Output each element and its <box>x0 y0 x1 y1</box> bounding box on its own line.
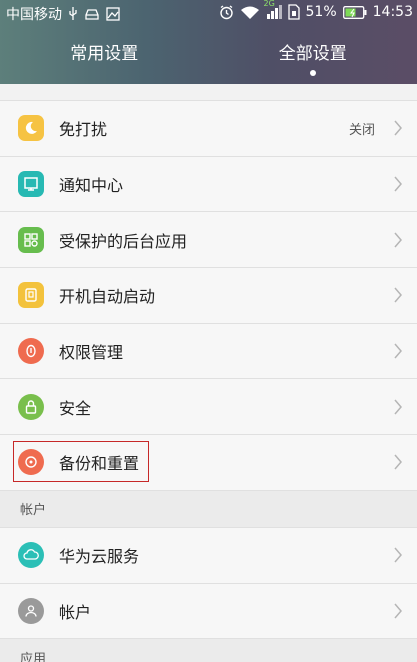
setting-accounts[interactable]: 帐户 <box>0 582 417 639</box>
section-label: 帐户 <box>20 503 47 519</box>
section-header-account: 帐户 <box>0 489 417 527</box>
wifi-icon <box>240 5 260 20</box>
setting-label: 安全 <box>59 398 92 418</box>
setting-security[interactable]: 安全 <box>0 378 417 435</box>
tab-label: 全部设置 <box>278 43 347 64</box>
moon-icon <box>18 115 44 142</box>
image-icon <box>106 7 120 21</box>
notification-icon <box>18 171 44 198</box>
chevron-right-icon <box>394 176 402 192</box>
setting-protected-apps[interactable]: 受保护的后台应用 <box>0 211 417 268</box>
setting-label: 通知中心 <box>59 176 124 196</box>
tab-common-settings[interactable]: 常用设置 <box>0 26 209 84</box>
chevron-right-icon <box>394 232 402 248</box>
setting-value: 关闭 <box>348 122 375 138</box>
protected-apps-icon <box>18 226 44 253</box>
chevron-right-icon <box>394 547 402 563</box>
setting-huawei-cloud[interactable]: 华为云服务 <box>0 526 417 583</box>
setting-label: 权限管理 <box>59 343 124 363</box>
setting-label: 华为云服务 <box>59 547 140 567</box>
startup-icon <box>18 282 44 309</box>
alarm-icon <box>219 4 234 20</box>
car-icon <box>84 8 100 21</box>
chevron-right-icon <box>394 287 402 303</box>
carrier-label: 中国移动 <box>6 7 62 23</box>
network-type-label: 2G <box>263 0 275 8</box>
chevron-right-icon <box>394 399 402 415</box>
setting-do-not-disturb[interactable]: 免打扰 关闭 <box>0 100 417 156</box>
chevron-right-icon <box>394 343 402 359</box>
chevron-right-icon <box>394 603 402 619</box>
setting-permission-management[interactable]: 权限管理 <box>0 322 417 379</box>
setting-label: 开机自动启动 <box>59 287 156 307</box>
signal-icon: 2G <box>264 0 282 19</box>
usb-icon <box>68 7 78 21</box>
chevron-right-icon <box>394 120 402 136</box>
setting-label: 受保护的后台应用 <box>59 231 188 251</box>
battery-icon <box>342 5 367 19</box>
list-spacer <box>0 84 417 100</box>
active-tab-indicator <box>309 70 316 76</box>
user-icon <box>18 597 44 624</box>
section-header-apps: 应用 <box>0 638 417 662</box>
tab-all-settings[interactable]: 全部设置 <box>209 26 417 84</box>
tab-label: 常用设置 <box>70 43 139 64</box>
header: 中国移动 2G 51% 14:53 常用设置 全部设置 <box>0 0 417 84</box>
cloud-icon <box>18 542 44 569</box>
section-label: 应用 <box>20 651 47 662</box>
battery-percent: 51% <box>305 4 337 20</box>
setting-label: 帐户 <box>59 602 92 622</box>
setting-backup-reset[interactable]: 备份和重置 <box>0 434 417 490</box>
setting-auto-startup[interactable]: 开机自动启动 <box>0 267 417 323</box>
chevron-right-icon <box>394 454 402 470</box>
settings-list: 免打扰 关闭 通知中心 受保护的后台应用 开机自动启动 权限管理 安全 备份和重… <box>0 84 417 662</box>
setting-notification-center[interactable]: 通知中心 <box>0 155 417 212</box>
sim-icon <box>287 4 300 20</box>
setting-label: 备份和重置 <box>59 454 140 474</box>
permission-icon <box>18 338 44 365</box>
lock-icon <box>18 393 44 420</box>
backup-icon <box>18 449 44 476</box>
setting-label: 免打扰 <box>59 120 108 140</box>
status-bar: 中国移动 2G 51% 14:53 <box>0 0 417 26</box>
clock: 14:53 <box>372 4 413 20</box>
tab-bar: 常用设置 全部设置 <box>0 26 417 84</box>
